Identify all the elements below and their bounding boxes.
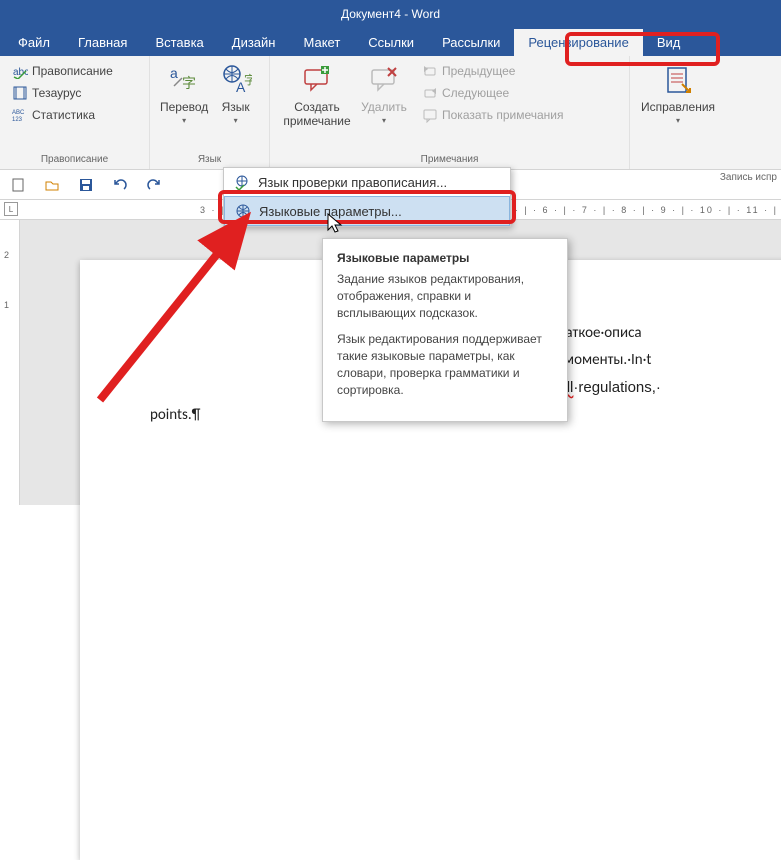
statistics-icon: ABC123 bbox=[12, 107, 28, 123]
thesaurus-icon bbox=[12, 85, 28, 101]
chevron-down-icon: ▾ bbox=[182, 116, 186, 125]
new-comment-icon bbox=[301, 64, 333, 96]
thesaurus-button[interactable]: Тезаурус bbox=[8, 82, 117, 104]
svg-text:字: 字 bbox=[244, 72, 252, 87]
next-comment-label: Следующее bbox=[442, 86, 509, 100]
tab-layout[interactable]: Макет bbox=[289, 29, 354, 56]
prev-comment-icon bbox=[422, 63, 438, 79]
vertical-ruler[interactable]: 2 1 bbox=[0, 220, 20, 505]
delete-comment-label: Удалить bbox=[361, 100, 407, 114]
group-comments: Создать примечание Удалить ▾ Предыдущее bbox=[270, 56, 630, 169]
group-language: а字 Перевод ▾ A字 Язык ▾ Язык bbox=[150, 56, 270, 169]
thesaurus-label: Тезаурус bbox=[32, 86, 81, 100]
tooltip-language-preferences: Языковые параметры Задание языков редакт… bbox=[322, 238, 568, 422]
ribbon-tabs: Файл Главная Вставка Дизайн Макет Ссылки… bbox=[0, 28, 781, 56]
show-comments-icon bbox=[422, 107, 438, 123]
svg-text:а: а bbox=[170, 65, 178, 81]
tab-home[interactable]: Главная bbox=[64, 29, 141, 56]
language-button[interactable]: A字 Язык ▾ bbox=[210, 60, 261, 129]
tab-file[interactable]: Файл bbox=[4, 29, 64, 56]
tracking-status-label: Запись испр bbox=[720, 172, 777, 183]
tooltip-paragraph-2: Язык редактирования поддерживает такие я… bbox=[337, 331, 553, 398]
tab-insert[interactable]: Вставка bbox=[141, 29, 217, 56]
translate-button[interactable]: а字 Перевод ▾ bbox=[158, 60, 210, 129]
language-dropdown-menu: Язык проверки правописания... Языковые п… bbox=[223, 167, 511, 227]
group-tracking: Исправления ▾ Запись испр bbox=[630, 56, 760, 169]
tab-view[interactable]: Вид bbox=[643, 29, 695, 56]
ruler-tab-selector[interactable]: L bbox=[4, 202, 18, 216]
qat-undo-button[interactable] bbox=[110, 175, 130, 195]
qat-redo-button[interactable] bbox=[144, 175, 164, 195]
delete-comment-icon bbox=[368, 64, 400, 96]
delete-comment-button[interactable]: Удалить ▾ bbox=[356, 60, 412, 129]
tab-mailings[interactable]: Рассылки bbox=[428, 29, 514, 56]
title-bar: Документ4 - Word bbox=[0, 0, 781, 28]
vruler-tick: 2 bbox=[4, 250, 9, 260]
language-label: Язык bbox=[222, 100, 250, 114]
show-comments-button[interactable]: Показать примечания bbox=[418, 104, 568, 126]
qat-new-button[interactable] bbox=[8, 175, 28, 195]
svg-text:ABC: ABC bbox=[12, 110, 25, 116]
tab-review[interactable]: Рецензирование bbox=[514, 29, 642, 56]
spelling-label: Правописание bbox=[32, 64, 113, 78]
svg-text:123: 123 bbox=[12, 117, 23, 123]
show-comments-label: Показать примечания bbox=[442, 108, 564, 122]
menu-proofing-label: Язык проверки правописания... bbox=[258, 175, 447, 190]
qat-save-button[interactable] bbox=[76, 175, 96, 195]
translate-icon: а字 bbox=[168, 64, 200, 96]
tab-references[interactable]: Ссылки bbox=[354, 29, 428, 56]
qat-open-button[interactable] bbox=[42, 175, 62, 195]
group-language-label: Язык bbox=[158, 152, 261, 167]
tab-design[interactable]: Дизайн bbox=[218, 29, 290, 56]
spelling-button[interactable]: abc Правописание bbox=[8, 60, 117, 82]
chevron-down-icon: ▾ bbox=[234, 116, 238, 125]
chevron-down-icon: ▾ bbox=[676, 116, 680, 125]
translate-label: Перевод bbox=[160, 100, 208, 114]
track-changes-icon bbox=[662, 64, 694, 96]
group-proofing: abc Правописание Тезаурус ABC123 Статист… bbox=[0, 56, 150, 169]
next-comment-icon bbox=[422, 85, 438, 101]
proofing-language-icon bbox=[234, 174, 250, 190]
language-icon: A字 bbox=[220, 64, 252, 96]
menu-set-proofing-language[interactable]: Язык проверки правописания... bbox=[224, 168, 510, 196]
vruler-tick: 1 bbox=[4, 300, 9, 310]
prev-comment-label: Предыдущее bbox=[442, 64, 515, 78]
tooltip-title: Языковые параметры bbox=[337, 251, 553, 265]
language-preferences-icon bbox=[235, 203, 251, 219]
window-title: Документ4 - Word bbox=[341, 7, 440, 21]
statistics-button[interactable]: ABC123 Статистика bbox=[8, 104, 117, 126]
new-comment-button[interactable]: Создать примечание bbox=[278, 60, 356, 132]
chevron-down-icon: ▾ bbox=[382, 116, 386, 125]
track-changes-label: Исправления bbox=[641, 100, 715, 114]
svg-text:字: 字 bbox=[182, 75, 196, 91]
tooltip-paragraph-1: Задание языков редактирования, отображен… bbox=[337, 271, 553, 321]
group-proofing-label: Правописание bbox=[8, 152, 141, 167]
spelling-icon: abc bbox=[12, 63, 28, 79]
prev-comment-button[interactable]: Предыдущее bbox=[418, 60, 568, 82]
group-comments-label: Примечания bbox=[278, 152, 621, 167]
menu-language-preferences[interactable]: Языковые параметры... bbox=[224, 196, 510, 226]
menu-langprefs-label: Языковые параметры... bbox=[259, 204, 402, 219]
statistics-label: Статистика bbox=[32, 108, 95, 122]
new-comment-label: Создать примечание bbox=[280, 100, 354, 128]
ribbon: abc Правописание Тезаурус ABC123 Статист… bbox=[0, 56, 781, 170]
next-comment-button[interactable]: Следующее bbox=[418, 82, 568, 104]
track-changes-button[interactable]: Исправления ▾ bbox=[638, 60, 718, 129]
